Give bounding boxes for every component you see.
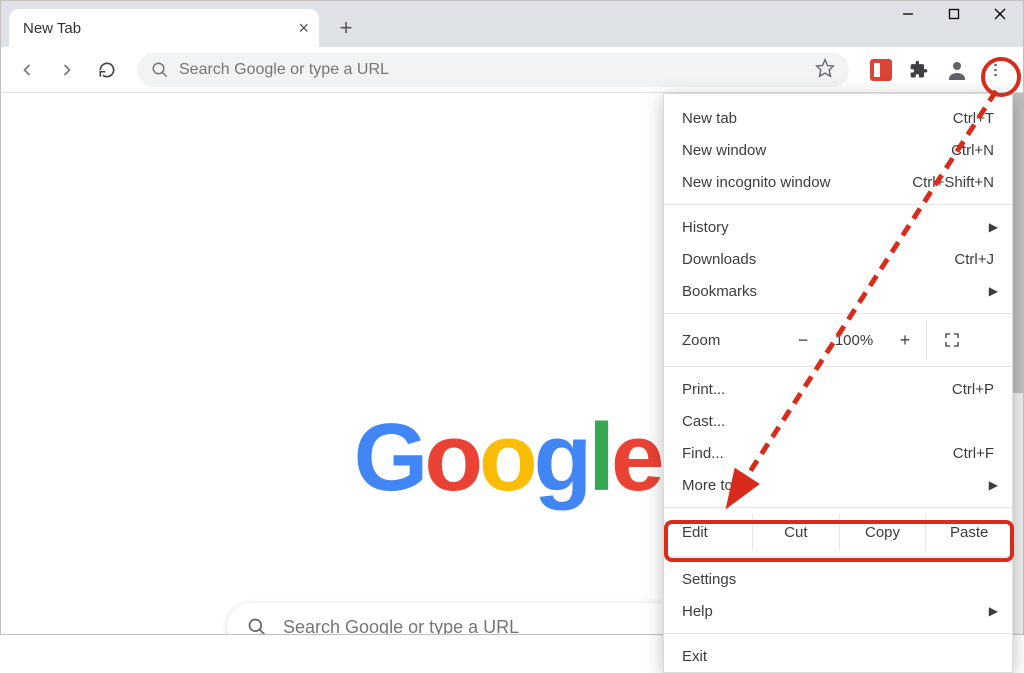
search-icon: [151, 61, 169, 79]
menu-more-tools[interactable]: More tools ▶: [664, 469, 1012, 501]
menu-label: Downloads: [682, 251, 756, 268]
chrome-menu: New tab Ctrl+T New window Ctrl+N New inc…: [663, 93, 1013, 673]
tab-strip: New Tab × +: [1, 1, 1023, 47]
menu-label: History: [682, 219, 729, 236]
back-button[interactable]: [9, 52, 45, 88]
extensions-puzzle-icon[interactable]: [907, 58, 931, 82]
new-tab-button[interactable]: +: [329, 11, 363, 45]
menu-separator: [664, 633, 1012, 634]
search-icon: [247, 617, 267, 634]
menu-find[interactable]: Find... Ctrl+F: [664, 437, 1012, 469]
submenu-arrow-icon: ▶: [989, 604, 998, 618]
kebab-icon: [986, 61, 1004, 79]
menu-shortcut: Ctrl+N: [951, 142, 994, 159]
menu-label: Find...: [682, 445, 724, 462]
menu-incognito[interactable]: New incognito window Ctrl+Shift+N: [664, 166, 1012, 198]
minimize-button[interactable]: [885, 1, 931, 27]
tab-title: New Tab: [23, 20, 81, 37]
menu-label: Cast...: [682, 413, 725, 430]
menu-label: Print...: [682, 381, 725, 398]
edit-cut-button[interactable]: Cut: [752, 514, 839, 550]
scrollbar-thumb[interactable]: [1013, 93, 1023, 393]
menu-label: Zoom: [682, 332, 782, 349]
menu-shortcut: Ctrl+P: [952, 381, 994, 398]
profile-avatar-icon[interactable]: [945, 58, 969, 82]
zoom-in-button[interactable]: +: [884, 330, 926, 351]
forward-button[interactable]: [49, 52, 85, 88]
menu-separator: [664, 313, 1012, 314]
google-logo: Google: [354, 403, 661, 513]
maximize-button[interactable]: [931, 1, 977, 27]
fullscreen-button[interactable]: [926, 320, 976, 360]
menu-exit[interactable]: Exit: [664, 640, 1012, 672]
tab-close-icon[interactable]: ×: [298, 19, 309, 37]
zoom-value: 100%: [824, 332, 884, 349]
menu-label: New tab: [682, 110, 737, 127]
edit-paste-button[interactable]: Paste: [925, 514, 1012, 550]
menu-label: Edit: [682, 514, 752, 550]
menu-label: Exit: [682, 648, 707, 665]
menu-zoom-row: Zoom − 100% +: [664, 320, 1012, 360]
menu-shortcut: Ctrl+F: [953, 445, 994, 462]
menu-downloads[interactable]: Downloads Ctrl+J: [664, 243, 1012, 275]
menu-shortcut: Ctrl+J: [954, 251, 994, 268]
menu-print[interactable]: Print... Ctrl+P: [664, 373, 1012, 405]
bookmark-star-icon[interactable]: [815, 58, 835, 81]
menu-separator: [664, 204, 1012, 205]
menu-label: Settings: [682, 571, 736, 588]
menu-shortcut: Ctrl+T: [953, 110, 994, 127]
chrome-menu-button[interactable]: [983, 58, 1007, 82]
menu-separator: [664, 366, 1012, 367]
menu-separator: [664, 507, 1012, 508]
menu-settings[interactable]: Settings: [664, 563, 1012, 595]
menu-edit-row: Edit Cut Copy Paste: [664, 514, 1012, 550]
edit-copy-button[interactable]: Copy: [839, 514, 926, 550]
zoom-out-button[interactable]: −: [782, 330, 824, 351]
menu-label: Help: [682, 603, 713, 620]
submenu-arrow-icon: ▶: [989, 478, 998, 492]
tab-new-tab[interactable]: New Tab ×: [9, 9, 319, 47]
menu-new-window[interactable]: New window Ctrl+N: [664, 134, 1012, 166]
menu-new-tab[interactable]: New tab Ctrl+T: [664, 102, 1012, 134]
close-window-button[interactable]: [977, 1, 1023, 27]
omnibox-input[interactable]: [179, 61, 805, 79]
submenu-arrow-icon: ▶: [989, 284, 998, 298]
menu-label: Bookmarks: [682, 283, 757, 300]
scrollbar-track[interactable]: [1013, 93, 1023, 634]
menu-label: New window: [682, 142, 766, 159]
menu-bookmarks[interactable]: Bookmarks ▶: [664, 275, 1012, 307]
menu-label: More tools: [682, 477, 752, 494]
menu-separator: [664, 556, 1012, 557]
window-controls: [885, 1, 1023, 27]
submenu-arrow-icon: ▶: [989, 220, 998, 234]
menu-help[interactable]: Help ▶: [664, 595, 1012, 627]
menu-label: New incognito window: [682, 174, 830, 191]
reload-button[interactable]: [89, 52, 125, 88]
extension-icon-red[interactable]: [869, 58, 893, 82]
fullscreen-icon: [944, 332, 960, 348]
omnibox[interactable]: [137, 53, 849, 87]
menu-shortcut: Ctrl+Shift+N: [912, 174, 994, 191]
toolbar: [1, 47, 1023, 93]
menu-history[interactable]: History ▶: [664, 211, 1012, 243]
menu-cast[interactable]: Cast...: [664, 405, 1012, 437]
toolbar-icons: [861, 58, 1015, 82]
